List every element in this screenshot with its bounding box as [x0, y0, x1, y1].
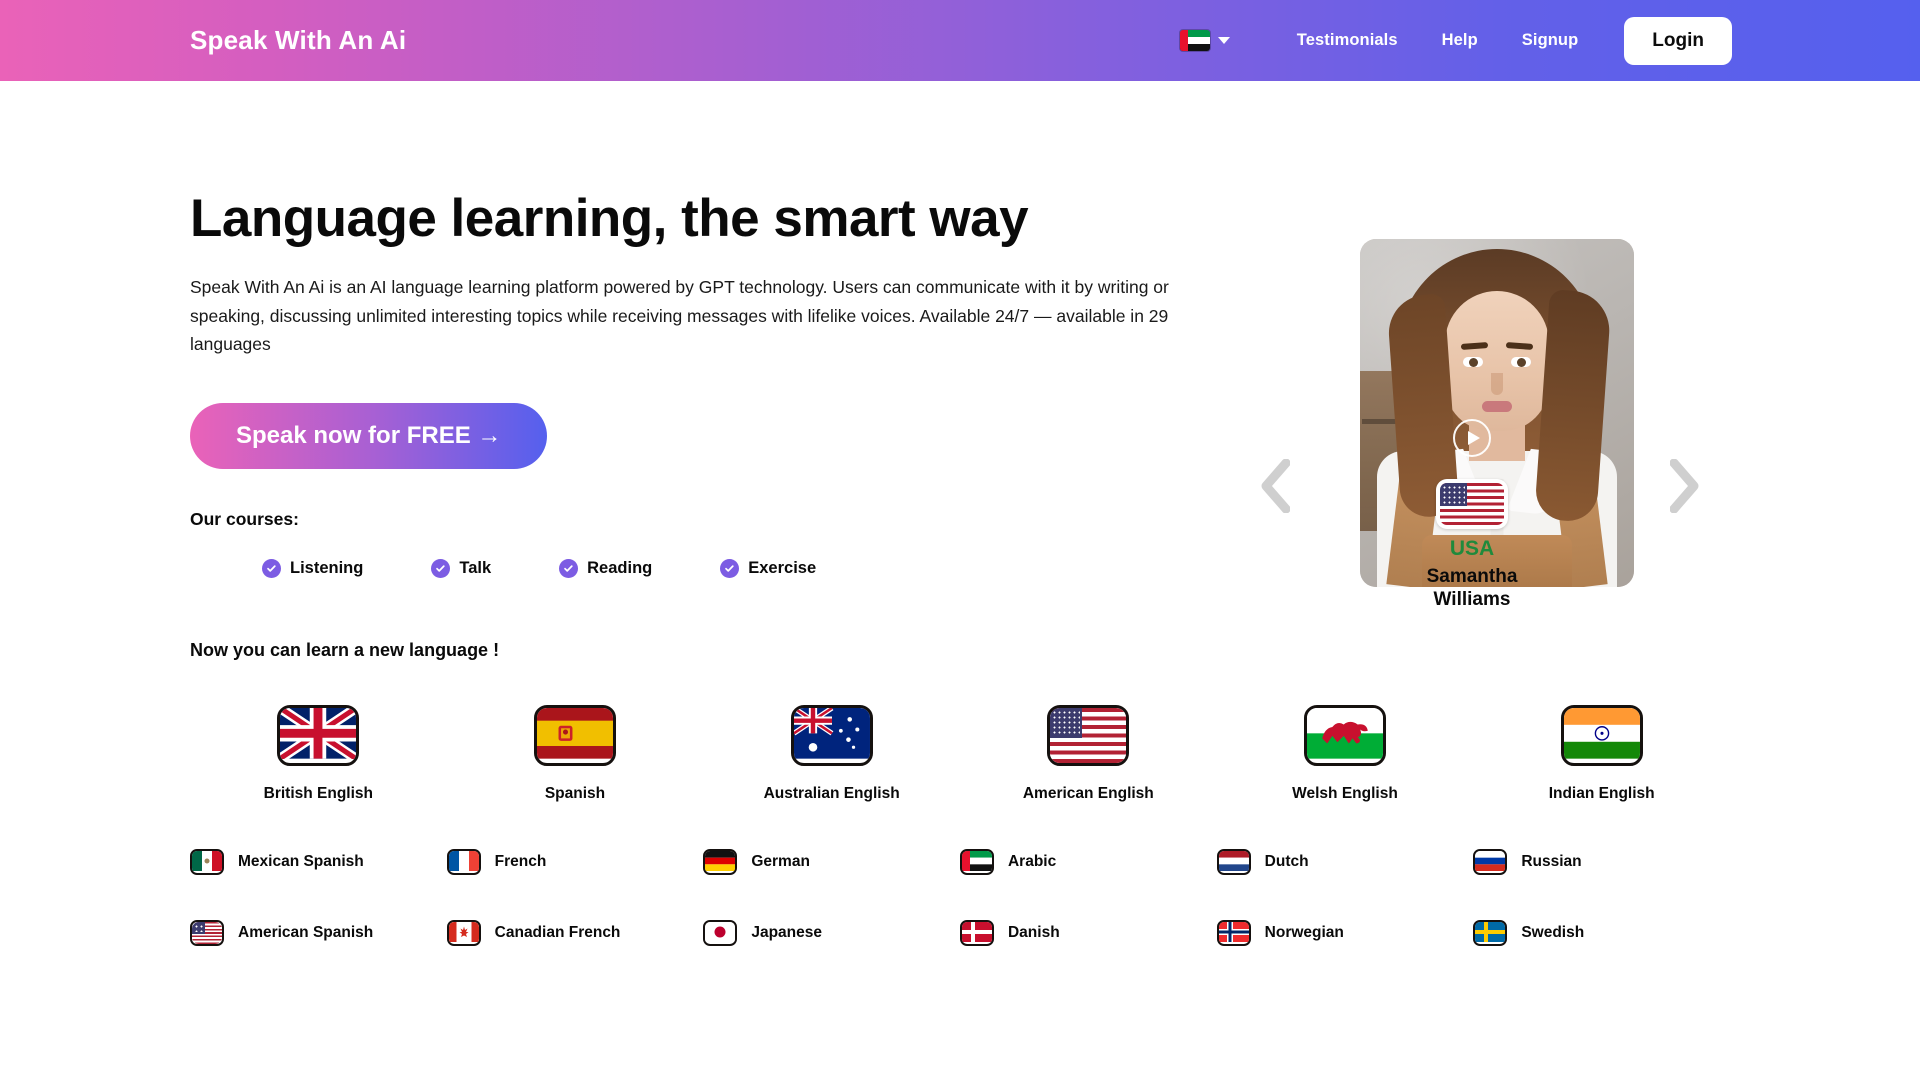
chevron-left-icon — [1261, 459, 1290, 513]
nav-testimonials[interactable]: Testimonials — [1275, 31, 1420, 50]
course-label: Talk — [459, 559, 492, 578]
flag-uk-icon — [277, 705, 360, 766]
course-item-talk[interactable]: Talk — [431, 559, 492, 579]
language-label: French — [494, 853, 547, 870]
flag-usa-icon — [1436, 479, 1508, 529]
featured-languages-row: British English Spanish Australian Engli… — [0, 705, 1920, 803]
flag-sweden-icon — [1473, 920, 1508, 946]
language-label: Dutch — [1264, 853, 1309, 870]
language-label: Indian English — [1548, 785, 1655, 802]
language-label: Mexican Spanish — [238, 853, 364, 870]
language-item-japanese[interactable]: Japanese — [703, 920, 960, 946]
language-label: Arabic — [1007, 853, 1057, 870]
language-item-german[interactable]: German — [703, 849, 960, 875]
language-label: Spanish — [544, 785, 606, 802]
course-item-reading[interactable]: Reading — [559, 559, 653, 579]
flag-mexico-icon — [190, 849, 224, 875]
language-item-swedish[interactable]: Swedish — [1473, 920, 1730, 946]
language-item-norwegian[interactable]: Norwegian — [1216, 920, 1474, 946]
language-label: Canadian French — [494, 924, 621, 941]
carousel-next-button[interactable] — [1662, 449, 1708, 523]
language-item-arabic[interactable]: Arabic — [959, 849, 1217, 875]
testimonial-portrait — [1360, 239, 1634, 587]
flag-canada-icon — [446, 920, 481, 946]
flag-france-icon — [446, 849, 481, 875]
testimonial-photo-card[interactable] — [1360, 239, 1634, 587]
login-button[interactable]: Login — [1624, 16, 1732, 65]
language-card-indian-english[interactable]: Indian English — [1473, 705, 1730, 803]
flag-uae-icon — [959, 849, 994, 875]
flag-germany-icon — [703, 849, 738, 875]
speak-now-button[interactable]: Speak now for FREE → — [190, 403, 548, 470]
language-card-american-english[interactable]: American English — [960, 705, 1217, 803]
carousel-prev-button[interactable] — [1252, 449, 1298, 523]
language-label: Russian — [1521, 853, 1582, 870]
language-item-russian[interactable]: Russian — [1473, 849, 1730, 875]
site-header: Speak With An Ai Testimonials Help Signu… — [0, 0, 1920, 81]
language-item-dutch[interactable]: Dutch — [1216, 849, 1474, 875]
language-label: Australian English — [763, 785, 900, 802]
language-item-french[interactable]: French — [446, 849, 704, 875]
language-label: German — [751, 853, 810, 870]
nav-help[interactable]: Help — [1420, 31, 1500, 50]
flag-netherlands-icon — [1216, 849, 1251, 875]
flag-wales-icon — [1303, 705, 1386, 766]
flag-spain-icon — [533, 705, 616, 766]
main-navigation: Testimonials Help Signup Login — [1178, 16, 1732, 65]
testimonial-name-first: Samantha — [1426, 566, 1518, 587]
language-label: British English — [263, 785, 374, 802]
language-item-canadian-french[interactable]: Canadian French — [446, 920, 704, 946]
language-item-mexican-spanish[interactable]: Mexican Spanish — [190, 849, 447, 875]
chevron-right-icon — [1670, 459, 1699, 513]
language-label: Danish — [1007, 924, 1060, 941]
language-card-australian-english[interactable]: Australian English — [703, 705, 960, 803]
hero-description: Speak With An Ai is an AI language learn… — [190, 277, 1169, 354]
flag-russia-icon — [1473, 849, 1508, 875]
testimonial-name-last: Williams — [1433, 588, 1511, 610]
check-circle-icon — [720, 559, 740, 579]
courses-label: Our courses: — [190, 509, 299, 530]
play-icon[interactable] — [1453, 419, 1491, 457]
check-circle-icon — [559, 559, 579, 579]
language-card-spanish[interactable]: Spanish — [447, 705, 704, 803]
course-label: Exercise — [748, 559, 817, 578]
testimonial-name: Samantha Williams — [1262, 566, 1682, 612]
languages-section: Now you can learn a new language ! Briti… — [0, 640, 1920, 946]
language-item-american-spanish[interactable]: American Spanish — [190, 920, 447, 946]
course-label: Listening — [290, 559, 364, 578]
hero-copy: Language learning, the smart way Speak W… — [190, 189, 1240, 579]
language-card-welsh-english[interactable]: Welsh English — [1217, 705, 1474, 803]
check-circle-icon — [262, 559, 281, 579]
course-item-listening[interactable]: Listening — [262, 559, 364, 579]
language-label: Swedish — [1521, 924, 1585, 941]
flag-india-icon — [1560, 705, 1643, 766]
course-item-exercise[interactable]: Exercise — [720, 559, 817, 579]
flag-denmark-icon — [959, 920, 994, 946]
language-label: American Spanish — [238, 924, 374, 941]
chevron-down-icon — [1217, 37, 1230, 44]
check-circle-icon — [431, 559, 451, 579]
flag-uae-icon — [1178, 29, 1211, 52]
course-label: Reading — [587, 559, 653, 578]
flag-usa-icon — [1047, 705, 1130, 766]
page-title: Language learning, the smart way — [190, 189, 1029, 248]
language-selector[interactable] — [1178, 29, 1230, 52]
more-languages-grid: Mexican Spanish French German Arabic Dut… — [0, 849, 1920, 946]
language-label: Norwegian — [1264, 924, 1344, 941]
language-item-danish[interactable]: Danish — [959, 920, 1217, 946]
nav-signup[interactable]: Signup — [1500, 31, 1601, 50]
courses-list: Listening Talk Reading Exercise — [262, 559, 1240, 579]
flag-usa-icon — [190, 920, 224, 946]
languages-title: Now you can learn a new language ! — [190, 640, 500, 660]
language-label: Welsh English — [1292, 785, 1398, 802]
language-label: American English — [1022, 785, 1154, 802]
flag-norway-icon — [1216, 920, 1251, 946]
brand-logo[interactable]: Speak With An Ai — [190, 25, 406, 56]
language-label: Japanese — [751, 924, 822, 941]
flag-japan-icon — [703, 920, 738, 946]
testimonial-country: USA — [1449, 537, 1495, 560]
flag-australia-icon — [790, 705, 873, 766]
language-card-british-english[interactable]: British English — [190, 705, 447, 803]
